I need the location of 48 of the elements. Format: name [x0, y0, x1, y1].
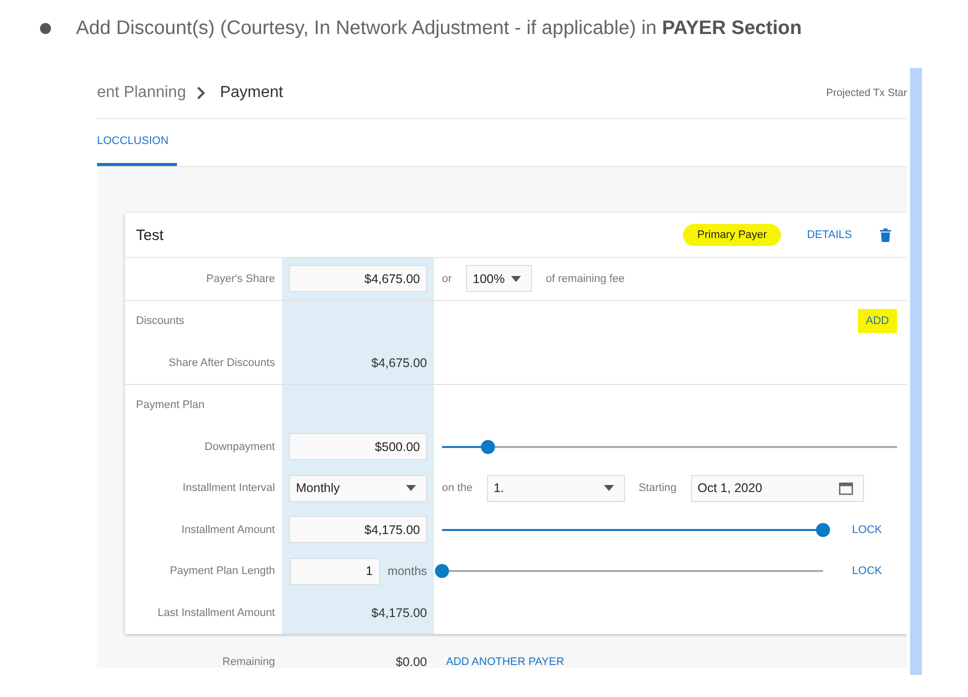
amount-value: $4,675.00	[371, 356, 427, 370]
slider-handle[interactable]	[435, 564, 449, 578]
amount-value: $4,175.00	[371, 606, 427, 620]
suffix-text: of remaining fee	[546, 272, 625, 285]
field-label: Installment Amount	[181, 524, 275, 536]
chevron-icon	[196, 86, 206, 100]
connector-text: on the	[442, 482, 473, 494]
field-label: Installment Interval	[182, 482, 275, 494]
connector-text: or	[442, 272, 452, 285]
breadcrumb-current: Payment	[220, 84, 284, 102]
field-label: Share After Discounts	[168, 356, 275, 369]
day-select[interactable]: 1.	[486, 474, 625, 502]
caret-icon	[406, 485, 416, 492]
amount-field[interactable]: $500.00	[289, 433, 427, 460]
lock-link[interactable]: LOCK	[837, 522, 897, 538]
amount-field[interactable]: 1	[290, 558, 380, 585]
caret-icon	[510, 276, 521, 282]
date-field[interactable]: Oct 1, 2020	[690, 474, 864, 502]
primary-payer-badge: Primary Payer	[683, 224, 781, 246]
scrollbar[interactable]	[910, 68, 922, 675]
add-another-payer-link[interactable]: ADD ANOTHER PAYER	[442, 654, 568, 668]
starting-label: Starting	[638, 482, 677, 494]
bullet-icon	[40, 22, 51, 34]
projected-label: Projected Tx Star	[826, 87, 907, 99]
field-label: Last Installment Amount	[158, 606, 275, 619]
amount-field[interactable]: $4,175.00	[289, 516, 427, 544]
calendar-icon[interactable]	[838, 482, 853, 495]
trash-icon[interactable]	[880, 228, 891, 242]
slider-handle[interactable]	[480, 440, 494, 454]
slider-handle[interactable]	[816, 522, 830, 537]
lock-link[interactable]: LOCK	[837, 563, 897, 580]
breadcrumb-link[interactable]: ent Planning	[97, 84, 186, 102]
field-label: Payment Plan	[135, 399, 204, 412]
field-label: Payment Plan Length	[170, 565, 275, 578]
amount-field[interactable]: $4,675.00	[289, 265, 427, 292]
add-discount-link[interactable]: ADD	[858, 309, 897, 334]
interval-select[interactable]: Monthly	[289, 474, 427, 502]
field-label: Downpayment	[204, 440, 275, 453]
details-link[interactable]: DETAILS	[802, 227, 856, 243]
field-label: Payer's Share	[206, 272, 275, 285]
payer-name: Test	[136, 226, 164, 244]
field-label: Discounts	[135, 315, 184, 328]
instruction-text: Add Discount(s) (Courtesy, In Network Adjustment - if applicable) in PAYER Section	[76, 16, 802, 40]
remaining-value: $0.00	[396, 654, 427, 668]
caret-icon	[604, 485, 614, 492]
percent-select[interactable]: 100%	[466, 265, 532, 292]
unit-label: months	[388, 564, 427, 578]
remaining-label: Remaining	[222, 656, 275, 668]
